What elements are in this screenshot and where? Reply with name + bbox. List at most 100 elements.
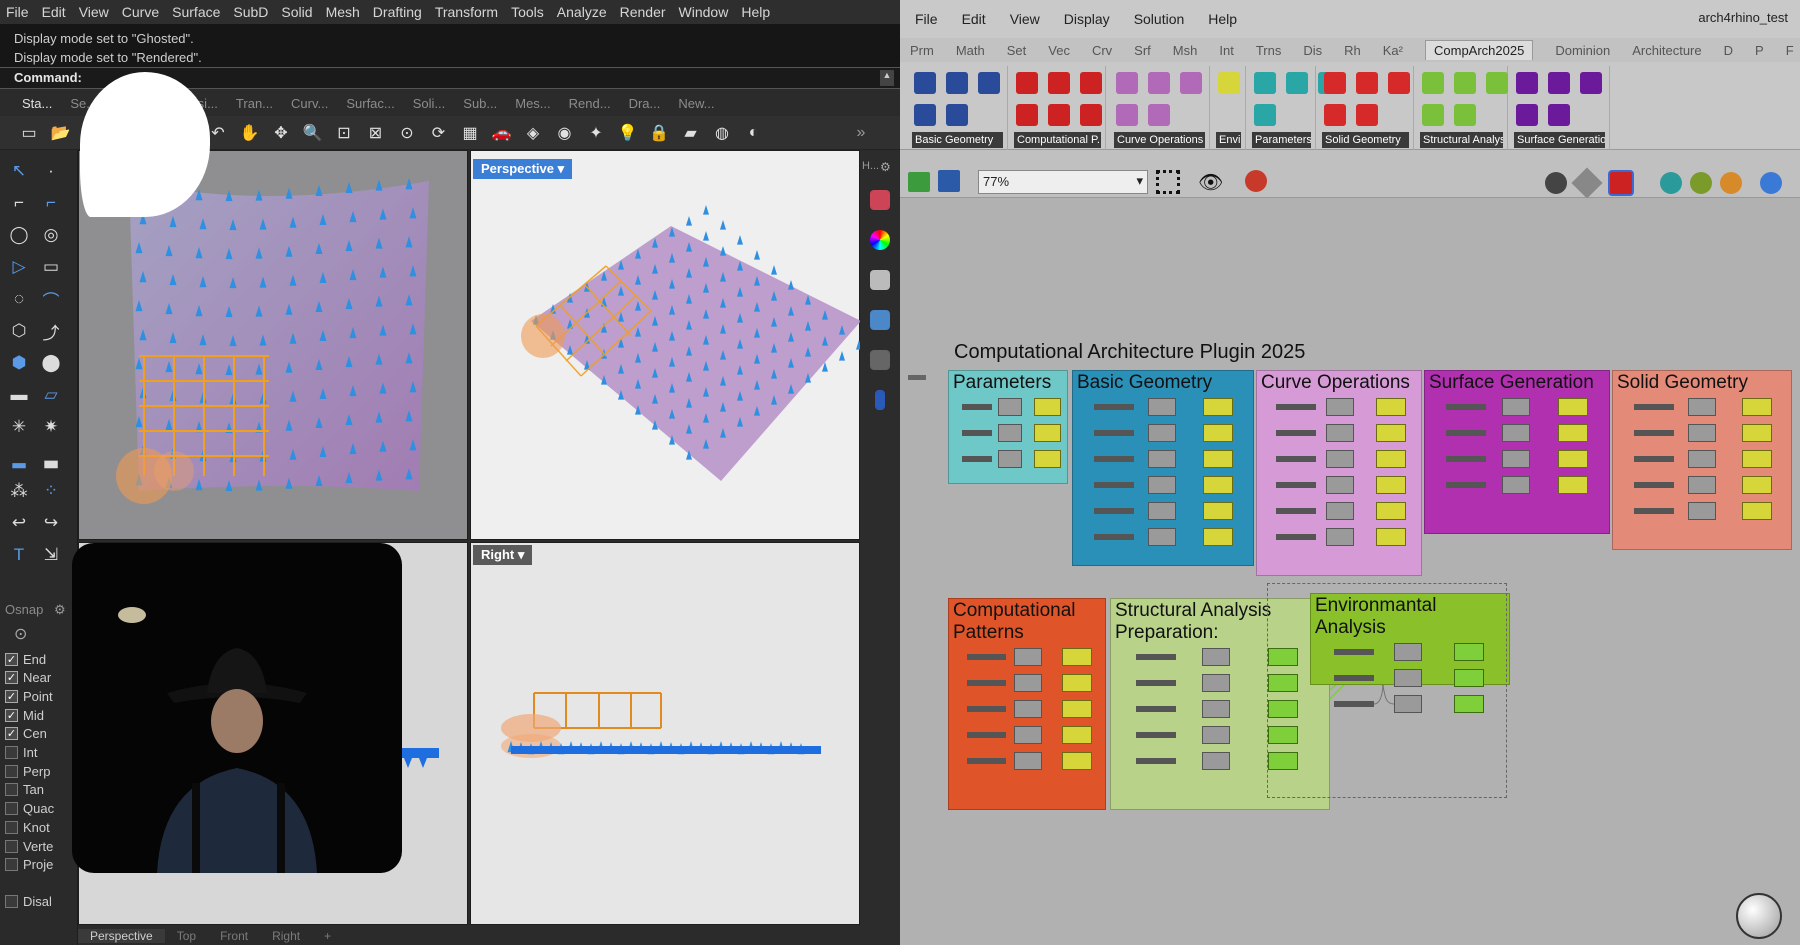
component-icon[interactable] <box>1286 72 1308 94</box>
component-icon[interactable] <box>914 104 936 126</box>
component-node[interactable] <box>1687 398 1716 416</box>
output-node[interactable] <box>1557 476 1588 494</box>
gh-tab-trns[interactable]: Trns <box>1256 43 1282 58</box>
light-icon[interactable]: 💡 <box>617 122 639 144</box>
properties-icon[interactable] <box>870 310 890 330</box>
output-node[interactable] <box>1741 450 1772 468</box>
component-icon[interactable] <box>1218 72 1240 94</box>
osnap-near[interactable]: ✓ Near <box>5 670 51 686</box>
menu-drafting[interactable]: Drafting <box>373 4 422 20</box>
input-slider[interactable] <box>1633 456 1674 462</box>
output-node[interactable] <box>1557 450 1588 468</box>
input-slider[interactable] <box>1275 456 1316 462</box>
gh-tab-int[interactable]: Int <box>1219 43 1233 58</box>
component-node[interactable] <box>1502 398 1531 416</box>
sketch-icon[interactable] <box>1245 170 1267 192</box>
component-icon[interactable] <box>1422 104 1444 126</box>
command-scroll-icon[interactable]: ▲ <box>880 70 894 86</box>
gh-tab-d[interactable]: D <box>1724 43 1733 58</box>
osnap-point[interactable]: ✓ Point <box>5 688 53 704</box>
mirror-icon[interactable]: ↪ <box>38 510 64 536</box>
layer-icon[interactable]: ▰ <box>680 122 702 144</box>
wireframe-icon[interactable] <box>1571 167 1603 199</box>
menu-tools[interactable]: Tools <box>511 4 544 20</box>
toolbar-tab-curv[interactable]: Curv... <box>291 96 328 111</box>
toolbar-tab-sub[interactable]: Sub... <box>463 96 497 111</box>
input-slider[interactable] <box>962 430 993 436</box>
ribbon-group-label[interactable]: Computational P... <box>1014 132 1101 148</box>
output-node[interactable] <box>1375 450 1406 468</box>
input-slider[interactable] <box>1633 482 1674 488</box>
input-slider[interactable] <box>962 456 993 462</box>
toolbar-tab-sta[interactable]: Sta... <box>22 96 52 111</box>
viewport-label-right[interactable]: Right ▾ <box>473 545 533 565</box>
component-icon[interactable] <box>1486 72 1508 94</box>
output-node[interactable] <box>1203 502 1234 520</box>
gh-canvas[interactable]: Computational Architecture Plugin 2025 P… <box>900 198 1800 945</box>
input-slider[interactable] <box>1136 758 1177 764</box>
materials-icon[interactable] <box>870 230 890 250</box>
menu-view[interactable]: View <box>79 4 109 20</box>
component-node[interactable] <box>1202 726 1231 744</box>
output-node[interactable] <box>1203 398 1234 416</box>
toolbar-tab-tran[interactable]: Tran... <box>236 96 273 111</box>
output-node[interactable] <box>1375 528 1406 546</box>
extrude-icon[interactable]: ⬡ <box>6 318 32 344</box>
component-icon[interactable] <box>1254 72 1276 94</box>
output-node[interactable] <box>1741 502 1772 520</box>
input-slider[interactable] <box>1633 404 1674 410</box>
split-icon[interactable]: ▃ <box>38 446 64 472</box>
output-node[interactable] <box>1061 752 1092 770</box>
snap-icon[interactable]: ✦ <box>585 122 607 144</box>
gh-menu-edit[interactable]: Edit <box>962 11 986 27</box>
menu-mesh[interactable]: Mesh <box>326 4 360 20</box>
menu-analyze[interactable]: Analyze <box>557 4 607 20</box>
component-icon[interactable] <box>1324 104 1346 126</box>
gh-tab-srf[interactable]: Srf <box>1134 43 1151 58</box>
box-icon[interactable]: ⬢ <box>6 350 32 376</box>
component-icon[interactable] <box>1148 104 1170 126</box>
input-slider[interactable] <box>962 404 993 410</box>
settings-gear-icon[interactable]: ⚙ <box>880 160 891 174</box>
gh-tab-dis[interactable]: Dis <box>1303 43 1322 58</box>
input-slider[interactable] <box>1093 456 1134 462</box>
rotate-icon[interactable]: ↩ <box>6 510 32 536</box>
preview-eye-icon[interactable]: 👁 <box>1198 170 1223 195</box>
gh-menu-display[interactable]: Display <box>1064 11 1110 27</box>
toolbar-tab-rend[interactable]: Rend... <box>569 96 611 111</box>
output-node[interactable] <box>1061 674 1092 692</box>
zoom-selected-icon[interactable]: ⊙ <box>396 122 418 144</box>
gh-tab-vec[interactable]: Vec <box>1048 43 1070 58</box>
osnap-end[interactable]: ✓ End <box>5 651 46 667</box>
more-tools-icon[interactable]: » <box>850 122 872 144</box>
component-node[interactable] <box>1325 450 1354 468</box>
viewport-tab-right[interactable]: Right <box>260 929 312 943</box>
new-file-icon[interactable]: ▭ <box>18 122 40 144</box>
zoom-window-icon[interactable]: ⊡ <box>333 122 355 144</box>
sphere-icon[interactable]: ⬤ <box>38 350 64 376</box>
ribbon-group-label[interactable]: Basic Geometry <box>912 132 1003 148</box>
component-icon[interactable] <box>1454 104 1476 126</box>
input-slider[interactable] <box>1446 456 1487 462</box>
ribbon-group-label[interactable]: Surface Generation <box>1514 132 1605 148</box>
component-icon[interactable] <box>1422 72 1444 94</box>
output-node[interactable] <box>1061 648 1092 666</box>
component-node[interactable] <box>1014 700 1043 718</box>
component-icon[interactable] <box>946 104 968 126</box>
output-node[interactable] <box>1741 398 1772 416</box>
output-node[interactable] <box>1203 424 1234 442</box>
input-slider[interactable] <box>1633 430 1674 436</box>
component-icon[interactable] <box>1148 72 1170 94</box>
gh-tab-p[interactable]: P <box>1755 43 1764 58</box>
input-slider[interactable] <box>1275 508 1316 514</box>
input-slider[interactable] <box>1136 680 1177 686</box>
rectangle-icon[interactable]: ▭ <box>38 254 64 280</box>
input-slider[interactable] <box>1446 482 1487 488</box>
component-icon[interactable] <box>914 72 936 94</box>
osnap-gear-icon[interactable]: ⚙ <box>54 602 66 618</box>
toolbar-tab-soli[interactable]: Soli... <box>413 96 446 111</box>
input-slider[interactable] <box>1093 534 1134 540</box>
viewport-tab-perspective[interactable]: Perspective <box>78 929 165 943</box>
component-node[interactable] <box>1687 476 1716 494</box>
trim-icon[interactable]: ▂ <box>6 446 32 472</box>
